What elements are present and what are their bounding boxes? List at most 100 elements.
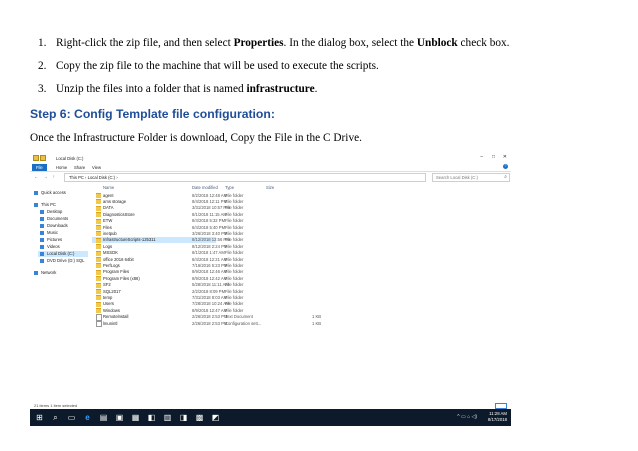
file-type: File folder <box>225 205 244 211</box>
nav-item-videos[interactable]: Videos <box>40 244 60 250</box>
folder-icon <box>96 250 101 256</box>
column-header-size[interactable]: Size <box>266 185 274 190</box>
nav-item-music[interactable]: Music <box>40 230 58 236</box>
step-number: 3. <box>38 83 47 95</box>
folder-icon <box>96 308 101 314</box>
app-icon-5[interactable]: ◨ <box>178 412 189 423</box>
videos-icon <box>40 244 44 249</box>
nav-item-local-disk[interactable]: Local Disk (C:) <box>38 251 88 257</box>
file-name: temp <box>103 294 113 300</box>
step-text: . In the dialog box, select the <box>283 37 417 49</box>
search-icon: ⌕ <box>504 174 507 180</box>
folder-icon <box>96 212 101 218</box>
file-date: 3/26/2018 3:40 PM <box>192 230 228 236</box>
tab-home[interactable]: Home <box>52 164 71 171</box>
file-name: office 2016 64bit <box>103 256 134 262</box>
step-3: 3. Unzip the files into a folder that is … <box>38 82 317 96</box>
file-name: DATA <box>103 205 114 211</box>
nav-item-network[interactable]: Network <box>34 270 56 276</box>
status-text: 21 items 1 item selected <box>34 403 78 408</box>
file-name: MSSDK <box>103 250 118 256</box>
step-text: Unzip the files into a folder that is na… <box>56 83 247 95</box>
body-paragraph: Once the Infrastructure Folder is downlo… <box>30 132 362 144</box>
documents-icon <box>40 216 44 221</box>
file-name: Remotelnstall <box>103 314 129 320</box>
nav-item-pictures[interactable]: Pictures <box>40 237 62 243</box>
file-name: PerfLogs <box>103 262 120 268</box>
file-date: 8/2/2018 12:48 AM <box>192 192 228 198</box>
dvd-icon <box>40 258 44 263</box>
file-name: Program Files <box>103 269 130 275</box>
file-type: File folder <box>225 230 244 236</box>
app-icon-6[interactable]: ▩ <box>194 412 205 423</box>
close-button[interactable]: ✕ <box>503 154 507 160</box>
nav-item-desktop[interactable]: Desktop <box>40 209 62 215</box>
start-icon[interactable]: ⊞ <box>34 412 45 423</box>
network-icon <box>34 270 38 275</box>
folder-icon <box>96 237 101 243</box>
file-date: 8/9/2018 12:42 AM <box>192 275 228 281</box>
address-bar[interactable]: This PC › Local Disk (C:) › <box>64 173 426 182</box>
file-type: File folder <box>225 307 244 313</box>
file-type: File folder <box>225 269 244 275</box>
app-icon-1[interactable]: ▣ <box>114 412 125 423</box>
navigation-buttons[interactable]: ← → ↑ <box>34 174 57 179</box>
file-type: File folder <box>225 288 244 294</box>
folder-icon <box>96 276 101 282</box>
column-header-name[interactable]: Name <box>103 185 114 190</box>
folder-icon <box>96 257 101 262</box>
search-icon[interactable]: ⌕ <box>50 412 61 423</box>
step-text: . <box>314 83 318 95</box>
step-bold-text: infrastructure <box>246 83 315 95</box>
file-explorer-icon[interactable]: ▤ <box>98 412 109 423</box>
column-header-type[interactable]: Type <box>225 185 234 190</box>
file-type: Configuration sett... <box>225 320 262 326</box>
folder-icon <box>96 193 101 198</box>
nav-item-this-pc[interactable]: This PC <box>34 202 56 208</box>
clock[interactable]: 11:28 AM 8/17/2018 <box>488 411 507 423</box>
tab-view[interactable]: View <box>88 164 105 171</box>
file-date: 8/1/2018 1:47 AM <box>192 250 225 256</box>
file-name: DiagnosticsStore <box>103 211 135 217</box>
nav-item-downloads[interactable]: Downloads <box>40 223 68 229</box>
file-name: lmunintl <box>103 320 118 326</box>
folder-icon <box>40 155 46 161</box>
status-bar: 21 items 1 item selected <box>30 402 511 409</box>
app-icon-4[interactable]: ▥ <box>162 412 173 423</box>
nav-item-documents[interactable]: Documents <box>40 216 68 222</box>
tab-share[interactable]: Share <box>70 164 89 171</box>
nav-item-label: Downloads <box>47 223 68 228</box>
file-type: File folder <box>225 243 244 249</box>
file-name: Windows <box>103 307 120 313</box>
tab-file[interactable]: File <box>32 164 47 171</box>
file-name: Logs <box>103 243 113 249</box>
edge-icon[interactable]: e <box>82 412 93 423</box>
ribbon-tabs: File Home Share View ? <box>30 163 511 172</box>
file-name: inetpub <box>103 230 117 236</box>
nav-item-label: Network <box>41 270 57 275</box>
nav-item-quick-access[interactable]: Quick access <box>34 190 66 196</box>
file-name: InfrastructureScripts-125311 <box>103 237 156 243</box>
maximize-button[interactable]: □ <box>492 154 495 160</box>
app-icon-7[interactable]: ◩ <box>210 412 221 423</box>
search-input[interactable]: Search Local Disk (C:) ⌕ <box>432 173 510 182</box>
nav-item-dvd-drive[interactable]: DVD Drive (D:) SQL <box>40 258 84 264</box>
breadcrumb[interactable]: This PC › Local Disk (C:) › <box>69 175 118 180</box>
folder-icon <box>96 301 101 307</box>
folder-icon <box>33 155 39 161</box>
help-icon[interactable]: ? <box>503 164 508 169</box>
task-view-icon[interactable]: ▭ <box>66 412 77 423</box>
app-icon-3[interactable]: ◧ <box>146 412 157 423</box>
file-name: Files <box>103 224 112 230</box>
file-row[interactable]: lmunintl 2/26/2018 2:53 PM Configuration s… <box>92 320 332 327</box>
system-tray[interactable]: ^ ▭ ⌂ ◁) <box>457 414 477 420</box>
quick-access-toolbar[interactable] <box>33 155 53 161</box>
minimize-button[interactable]: – <box>480 154 483 160</box>
file-date: 8/9/2018 12:47 AM <box>192 307 228 313</box>
nav-item-label: Local Disk (C:) <box>47 251 75 256</box>
folder-icon <box>96 244 101 250</box>
column-header-date[interactable]: Date modified <box>192 185 218 190</box>
file-date: 5/28/2018 11:11 AM <box>192 282 229 288</box>
app-icon-2[interactable]: ▦ <box>130 412 141 423</box>
file-name: Program Files (x86) <box>103 275 140 281</box>
